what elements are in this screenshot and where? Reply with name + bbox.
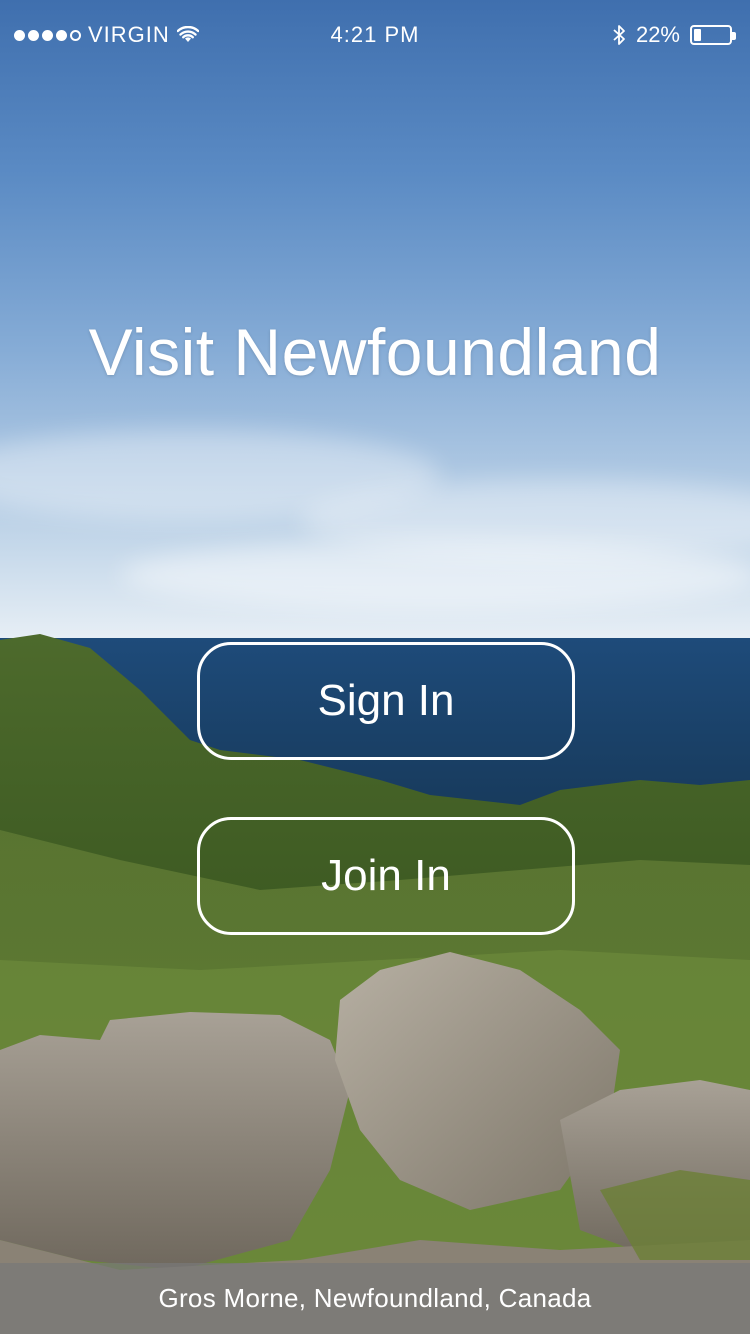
page-title: Visit Newfoundland	[88, 315, 662, 390]
battery-level	[694, 29, 701, 41]
status-bar: VIRGIN 4:21 PM 22%	[0, 0, 750, 70]
bluetooth-icon	[613, 25, 625, 45]
photo-caption: Gros Morne, Newfoundland, Canada	[158, 1283, 592, 1313]
cloud	[120, 540, 750, 610]
battery-percent: 22%	[635, 22, 680, 47]
sign-in-button[interactable]: Sign In	[197, 642, 575, 760]
photo-caption-bar: Gros Morne, Newfoundland, Canada	[0, 1263, 750, 1334]
join-in-button[interactable]: Join In	[197, 817, 575, 935]
battery-icon	[690, 25, 736, 45]
status-right: 22%	[612, 22, 736, 48]
